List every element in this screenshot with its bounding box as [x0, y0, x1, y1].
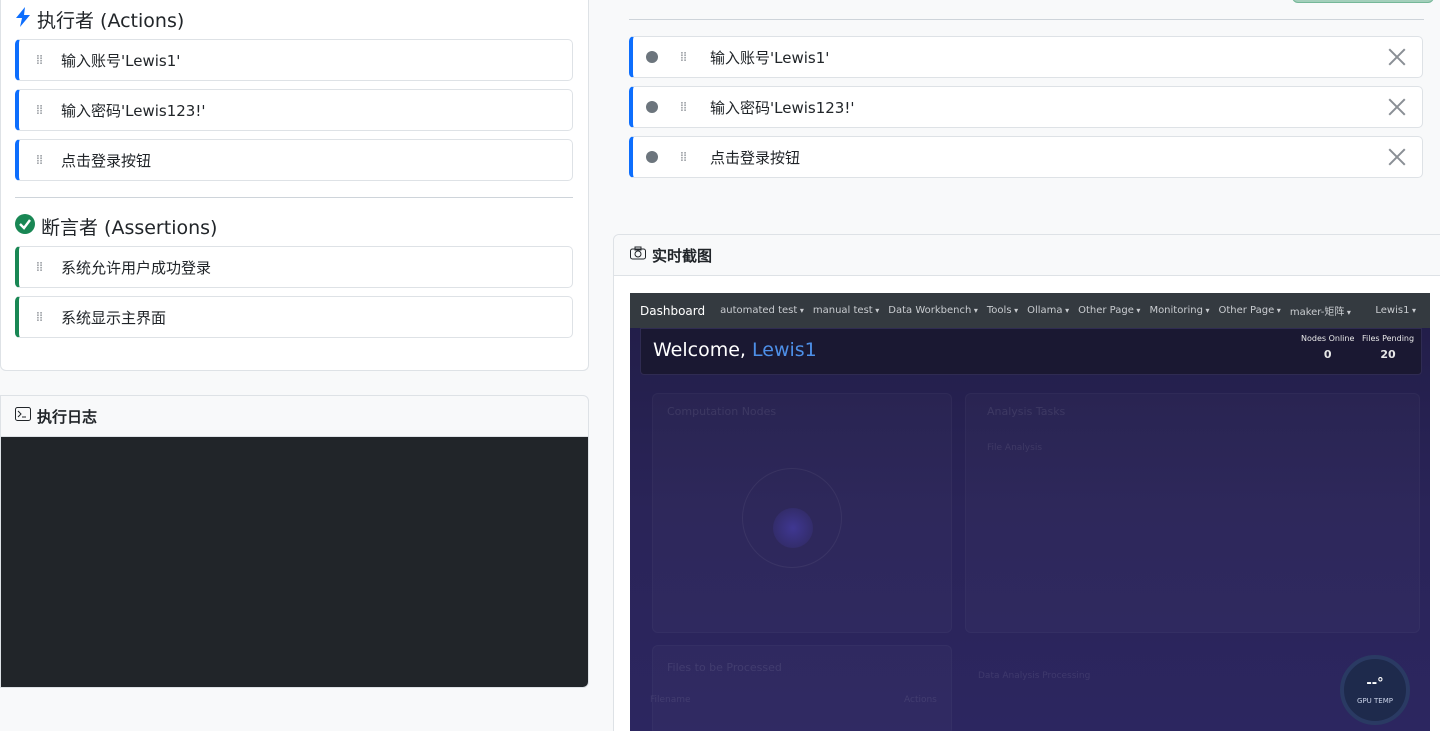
- status-dot-icon: [646, 151, 658, 163]
- assertion-step[interactable]: ⁞⁞ 系统允许用户成功登录: [15, 246, 573, 288]
- log-output[interactable]: [1, 437, 588, 687]
- live-screenshot-panel: 实时截图 Dashboard automated test manual tes…: [613, 234, 1440, 731]
- screenshot-navbar: Dashboard automated test manual test Dat…: [630, 293, 1430, 328]
- terminal-icon: [15, 407, 31, 425]
- drag-handle-icon[interactable]: ⁞⁞: [19, 53, 59, 68]
- screenshot-header: 实时截图: [614, 235, 1440, 276]
- selected-step[interactable]: ⁞⁞ 点击登录按钮: [629, 136, 1423, 178]
- selected-step[interactable]: ⁞⁞ 输入账号'Lewis1': [629, 36, 1423, 78]
- gpu-temp-gauge: --° GPU TEMP: [1340, 655, 1410, 725]
- test-steps-panel: 执行者 (Actions) ⁞⁞ 输入账号'Lewis1' ⁞⁞ 输入密码'Le…: [0, 0, 589, 371]
- section-divider: [629, 19, 1424, 20]
- action-step[interactable]: ⁞⁞ 输入账号'Lewis1': [15, 39, 573, 81]
- close-icon[interactable]: [1386, 146, 1408, 168]
- selected-steps-panel: ⁞⁞ 输入账号'Lewis1' ⁞⁞ 输入密码'Lewis123!' ⁞⁞ 点击…: [589, 0, 1440, 234]
- drag-handle-icon[interactable]: ⁞⁞: [670, 100, 696, 115]
- drag-handle-icon[interactable]: ⁞⁞: [19, 103, 59, 118]
- check-circle-icon: [15, 214, 35, 239]
- log-header: 执行日志: [1, 396, 588, 437]
- faded-panel: [652, 645, 952, 731]
- welcome-banner: Welcome, Lewis1 Nodes Online 0 Files Pen…: [640, 328, 1422, 375]
- execution-log-panel: 执行日志: [0, 395, 589, 688]
- status-dot-icon: [646, 51, 658, 63]
- node-orb: [773, 508, 813, 548]
- drag-handle-icon[interactable]: ⁞⁞: [19, 153, 59, 168]
- run-button[interactable]: [1292, 0, 1434, 3]
- camera-icon: [630, 246, 646, 264]
- selected-step[interactable]: ⁞⁞ 输入密码'Lewis123!': [629, 86, 1423, 128]
- drag-handle-icon[interactable]: ⁞⁞: [670, 50, 696, 65]
- actions-heading: 执行者 (Actions): [15, 6, 184, 33]
- assertion-step[interactable]: ⁞⁞ 系统显示主界面: [15, 296, 573, 338]
- assertions-heading: 断言者 (Assertions): [15, 213, 217, 240]
- status-dot-icon: [646, 101, 658, 113]
- stat-files-pending: Files Pending 20: [1362, 334, 1415, 361]
- screenshot-image: Dashboard automated test manual test Dat…: [630, 293, 1430, 731]
- lightning-icon: [15, 7, 31, 32]
- close-icon[interactable]: [1386, 46, 1408, 68]
- faded-panel: [965, 393, 1420, 633]
- section-divider: [15, 197, 573, 198]
- close-icon[interactable]: [1386, 96, 1408, 118]
- action-step[interactable]: ⁞⁞ 输入密码'Lewis123!': [15, 89, 573, 131]
- drag-handle-icon[interactable]: ⁞⁞: [19, 310, 59, 325]
- stat-nodes-online: Nodes Online 0: [1301, 334, 1355, 361]
- drag-handle-icon[interactable]: ⁞⁞: [19, 260, 59, 275]
- action-step[interactable]: ⁞⁞ 点击登录按钮: [15, 139, 573, 181]
- drag-handle-icon[interactable]: ⁞⁞: [670, 150, 696, 165]
